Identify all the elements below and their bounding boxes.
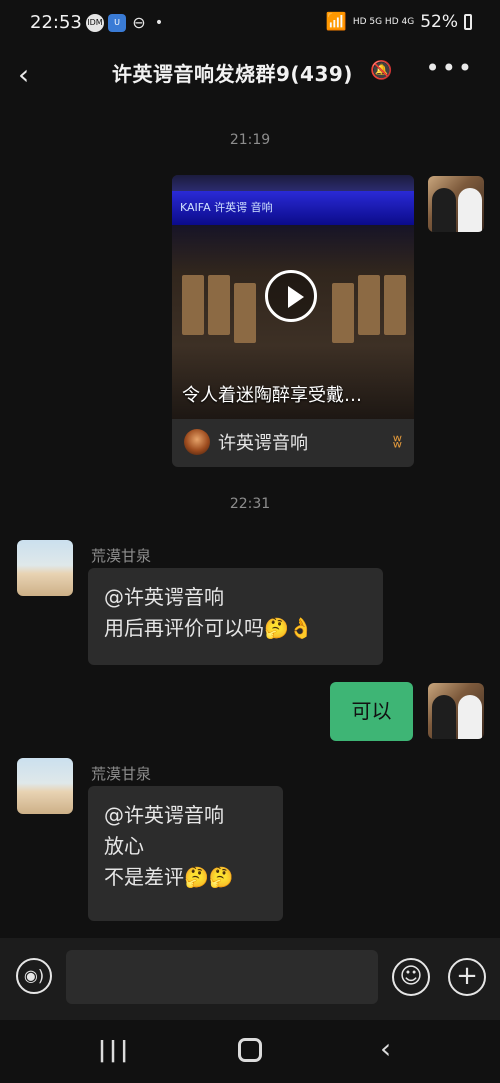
- speaker-image: [332, 283, 354, 343]
- chat-header: ‹ 许英谔音响发烧群9(439) 🔕 •••: [0, 48, 500, 96]
- status-time: 22:53: [30, 12, 82, 33]
- source-name: 许英谔音响: [218, 433, 308, 454]
- status-bar: 22:53 IDM U ⊖ • 📶 HD 5G HD 4G 52%: [0, 0, 500, 48]
- message-line: 用后再评价可以吗🤔👌: [104, 616, 314, 640]
- speaker-image: [358, 275, 380, 335]
- sender-avatar[interactable]: [17, 758, 73, 814]
- speaker-image: [208, 275, 230, 335]
- voice-input-icon[interactable]: ◉): [16, 958, 52, 994]
- mute-bell-icon: 🔕: [370, 60, 393, 81]
- message-line: @许英谔音响: [104, 585, 224, 609]
- network-indicators: HD 5G HD 4G: [352, 17, 415, 27]
- chat-title: 许英谔音响发烧群9(439): [112, 62, 353, 86]
- dnd-icon: ⊖: [132, 13, 146, 32]
- input-bar: ◉) ☺ +: [0, 938, 500, 1020]
- wifi-icon: 📶: [325, 12, 347, 32]
- message-line: 放心: [104, 834, 144, 858]
- message-line: @许英谔音响: [104, 803, 224, 827]
- emoji-icon[interactable]: ☺: [392, 958, 430, 996]
- home-icon[interactable]: [238, 1038, 262, 1062]
- message-line: 可以: [351, 699, 392, 723]
- timestamp: 22:31: [229, 496, 271, 512]
- message-input[interactable]: [66, 950, 378, 1004]
- video-banner-text: KAIFA 许英谔 音响: [172, 191, 414, 225]
- video-thumbnail[interactable]: KAIFA 许英谔 音响 令人着迷陶醉享受戴…: [172, 175, 414, 419]
- timestamp: 21:19: [229, 132, 271, 148]
- video-source-bar[interactable]: 许英谔音响 ʬ: [172, 419, 414, 467]
- source-avatar: [184, 429, 210, 455]
- message-bubble[interactable]: @许英谔音响 用后再评价可以吗🤔👌: [88, 568, 383, 665]
- notification-dot-icon: •: [154, 15, 164, 31]
- sender-avatar[interactable]: [17, 540, 73, 596]
- self-avatar[interactable]: [428, 683, 484, 739]
- message-line: 不是差评🤔🤔: [104, 865, 234, 889]
- plus-icon[interactable]: +: [448, 958, 486, 996]
- sender-name: 荒漠甘泉: [91, 547, 152, 565]
- back-icon[interactable]: ‹: [18, 58, 29, 91]
- app-u-icon: U: [108, 14, 126, 32]
- sender-name: 荒漠甘泉: [91, 765, 152, 783]
- video-card[interactable]: KAIFA 许英谔 音响 令人着迷陶醉享受戴… 许英谔音响 ʬ: [172, 175, 414, 467]
- message-bubble[interactable]: @许英谔音响 放心 不是差评🤔🤔: [88, 786, 283, 921]
- back-nav-icon[interactable]: ‹: [380, 1032, 391, 1065]
- play-icon[interactable]: [265, 270, 317, 322]
- battery-icon: [464, 14, 472, 30]
- channels-icon: ʬ: [392, 431, 402, 452]
- speaker-image: [384, 275, 406, 335]
- speaker-image: [182, 275, 204, 335]
- status-right: 📶 HD 5G HD 4G 52%: [326, 12, 472, 32]
- more-options-icon[interactable]: •••: [426, 54, 474, 82]
- idm-icon: IDM: [86, 14, 104, 32]
- video-caption: 令人着迷陶醉享受戴…: [182, 385, 362, 406]
- self-avatar[interactable]: [428, 176, 484, 232]
- battery-percent: 52%: [420, 12, 458, 32]
- recent-apps-icon[interactable]: |||: [98, 1038, 131, 1063]
- system-nav-bar: ||| ‹: [0, 1020, 500, 1083]
- speaker-image: [234, 283, 256, 343]
- self-message-bubble[interactable]: 可以: [330, 682, 413, 741]
